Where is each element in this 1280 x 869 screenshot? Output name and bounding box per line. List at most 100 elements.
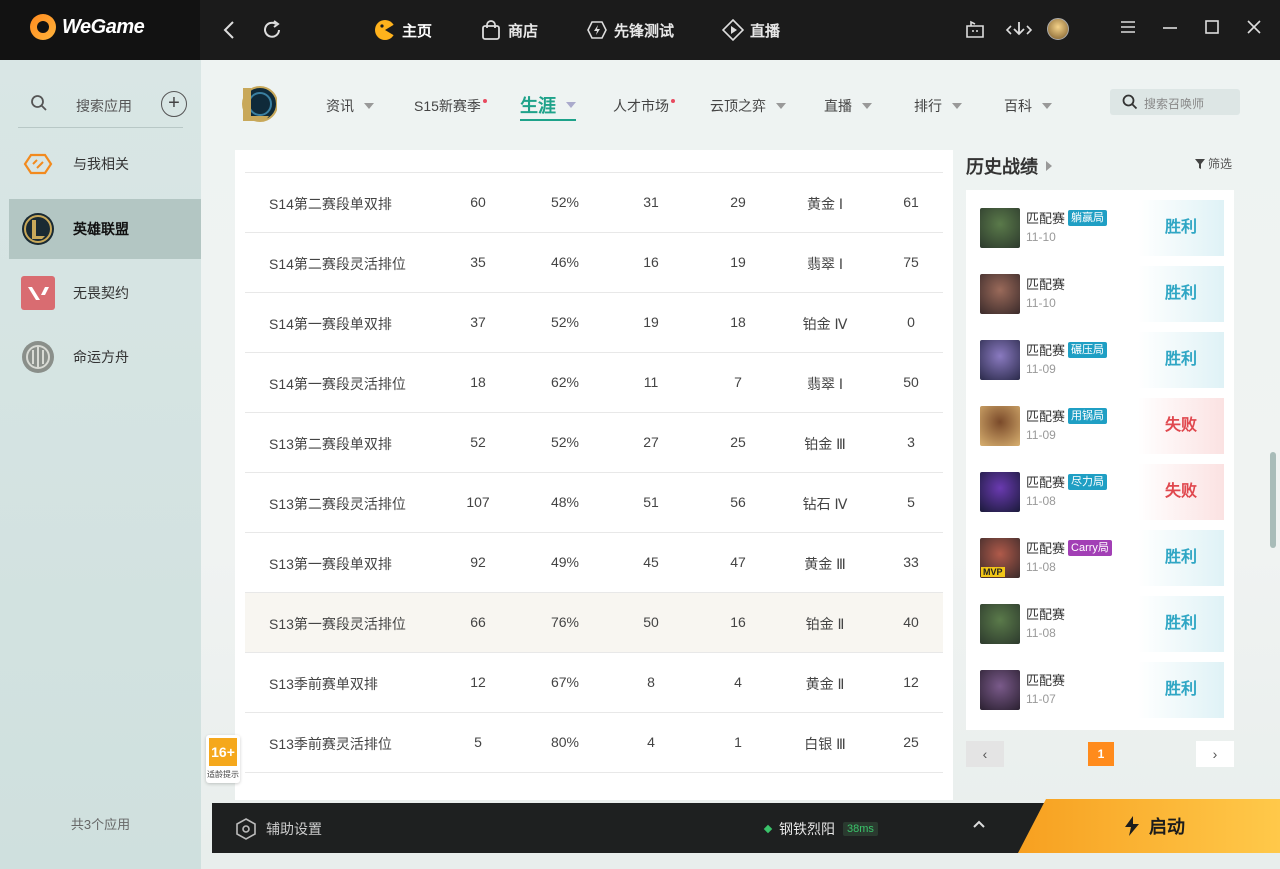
close-icon[interactable] xyxy=(1242,18,1266,42)
stat-cell: 45 xyxy=(643,554,659,570)
mvp-badge: MVP xyxy=(981,567,1005,577)
refresh-icon[interactable] xyxy=(259,17,285,43)
top-nav-live[interactable]: 直播 xyxy=(722,19,780,41)
stat-cell: 18 xyxy=(730,314,746,330)
queue-name-cell: S13季前赛单双排 xyxy=(269,676,378,692)
top-nav-pioneer[interactable]: 先锋测试 xyxy=(586,19,674,41)
prev-page-button[interactable]: ‹ xyxy=(966,741,1004,767)
champion-avatar xyxy=(980,472,1020,512)
history-title-text: 历史战绩 xyxy=(966,157,1038,177)
match-result: 胜利 xyxy=(1138,596,1224,652)
table-row[interactable]: S14第二赛段灵活排位 35 46% 16 19 翡翠 Ⅰ 75 xyxy=(245,232,943,292)
launch-button[interactable]: 启动 xyxy=(1018,799,1280,853)
wegame-logo[interactable]: WeGame xyxy=(30,14,145,40)
match-history-item[interactable]: 匹配赛 躺赢局 11-10 胜利 xyxy=(980,200,1224,256)
add-app-button[interactable]: + xyxy=(161,91,187,117)
assist-settings-button[interactable]: 辅助设置 xyxy=(234,817,322,841)
minimize-icon[interactable] xyxy=(1158,18,1182,42)
stat-cell: 66 xyxy=(470,614,486,630)
table-row[interactable]: S13第二赛段灵活排位 107 48% 51 56 钻石 Ⅳ 5 xyxy=(245,472,943,532)
server-selector[interactable]: 钢铁烈阳 38ms xyxy=(763,819,878,839)
tab-live[interactable]: 直播 xyxy=(824,96,872,116)
tab-s15[interactable]: S15新赛季 xyxy=(414,96,487,116)
sidebar-item-valorant[interactable]: 无畏契约 xyxy=(9,263,201,323)
stat-cell: 16 xyxy=(643,254,659,270)
table-row[interactable]: S14第一赛段单双排 37 52% 19 18 铂金 Ⅳ 0 xyxy=(245,292,943,352)
match-mode-text: 匹配赛 xyxy=(1026,277,1066,292)
table-row[interactable]: S14第二赛段单双排 60 52% 31 29 黄金 Ⅰ 61 xyxy=(245,172,943,232)
match-history-item[interactable]: 匹配赛 11-10 胜利 xyxy=(980,266,1224,322)
launch-label: 启动 xyxy=(1149,817,1185,837)
tab-talent-market[interactable]: 人才市场 xyxy=(613,96,675,116)
history-title[interactable]: 历史战绩 xyxy=(966,153,1052,179)
match-mode-text: 匹配赛 xyxy=(1026,541,1066,556)
match-history-item[interactable]: 匹配赛 用锅局 11-09 失败 xyxy=(980,398,1224,454)
match-date: 11-08 xyxy=(1026,494,1056,508)
game-subnav: 资讯 S15新赛季 生涯 人才市场 云顶之弈 直播 排行 百科 搜索召唤师 xyxy=(201,60,1280,150)
tab-wiki[interactable]: 百科 xyxy=(1004,96,1052,116)
top-nav-home[interactable]: 主页 xyxy=(374,19,432,41)
top-nav-shop[interactable]: 商店 xyxy=(480,19,538,41)
table-row[interactable]: S13季前赛灵活排位 5 80% 4 1 白银 Ⅲ 25 xyxy=(245,712,943,772)
chevron-down-icon xyxy=(952,103,962,109)
current-page[interactable]: 1 xyxy=(1088,742,1114,766)
stat-cell: 27 xyxy=(643,434,659,450)
stat-cell: 52% xyxy=(550,434,580,450)
scrollbar[interactable] xyxy=(1270,452,1276,548)
stat-cell: 4 xyxy=(734,674,742,690)
launch-bar: 辅助设置 钢铁烈阳 38ms 启动 xyxy=(212,799,1280,853)
download-icon[interactable] xyxy=(1005,18,1033,42)
mailbox-icon[interactable] xyxy=(963,18,987,42)
stat-cell: 19 xyxy=(730,254,746,270)
wegame-logo-icon xyxy=(30,14,56,40)
match-history-item[interactable]: 匹配赛 11-08 胜利 xyxy=(980,596,1224,652)
queue-name-cell: S13第一赛段单双排 xyxy=(269,556,392,572)
stat-cell: 11 xyxy=(643,374,659,390)
next-page-button[interactable]: › xyxy=(1196,741,1234,767)
lightning-icon xyxy=(1125,816,1139,836)
filter-icon xyxy=(1195,158,1205,169)
match-mode: 匹配赛 碾压局 xyxy=(1026,340,1108,359)
match-history-item[interactable]: MVP 匹配赛 Carry局 11-08 胜利 xyxy=(980,530,1224,586)
table-row[interactable]: S13季前赛单双排 12 67% 8 4 黄金 Ⅱ 12 xyxy=(245,652,943,712)
stat-cell: 49% xyxy=(550,554,580,570)
match-mode: 匹配赛 Carry局 xyxy=(1026,538,1112,557)
back-icon[interactable] xyxy=(217,17,243,43)
stat-cell: 白银 Ⅲ xyxy=(804,736,846,752)
chevron-down-icon xyxy=(1042,103,1052,109)
wegame-logo-text: WeGame xyxy=(62,15,145,38)
filter-button[interactable]: 筛选 xyxy=(1195,155,1232,172)
age-rating-caption: 适龄提示 xyxy=(207,770,239,779)
stat-cell: 31 xyxy=(643,194,659,210)
lol-logo-icon[interactable] xyxy=(239,84,277,124)
table-row[interactable]: S13第一赛段单双排 92 49% 45 47 黄金 Ⅲ 33 xyxy=(245,532,943,592)
menu-icon[interactable] xyxy=(1116,18,1140,42)
match-history-item[interactable]: 匹配赛 碾压局 11-09 胜利 xyxy=(980,332,1224,388)
match-history-item[interactable]: 匹配赛 尽力局 11-08 失败 xyxy=(980,464,1224,520)
window-controls xyxy=(954,0,1280,60)
match-result: 胜利 xyxy=(1138,332,1224,388)
match-tag: 尽力局 xyxy=(1068,473,1108,490)
table-row[interactable]: S14第一赛段灵活排位 18 62% 11 7 翡翠 Ⅰ 50 xyxy=(245,352,943,412)
sidebar-item-lol[interactable]: 英雄联盟 xyxy=(9,199,201,259)
match-mode: 匹配赛 xyxy=(1026,274,1065,293)
app-search[interactable]: 搜索应用 + xyxy=(18,88,187,128)
sidebar-item-related[interactable]: 与我相关 xyxy=(9,134,201,194)
tab-rank[interactable]: 排行 xyxy=(914,96,962,116)
chevron-down-icon xyxy=(862,103,872,109)
stat-cell: 翡翠 Ⅰ xyxy=(806,256,844,272)
user-avatar[interactable] xyxy=(1047,18,1071,42)
sidebar-item-lostark[interactable]: 命运方舟 xyxy=(9,327,201,387)
table-row[interactable]: S13第一赛段灵活排位 66 76% 50 16 铂金 Ⅱ 40 xyxy=(245,592,943,652)
champion-avatar xyxy=(980,406,1020,446)
table-row[interactable]: S13第二赛段单双排 52 52% 27 25 铂金 Ⅲ 3 xyxy=(245,412,943,472)
match-history-item[interactable]: 匹配赛 11-07 胜利 xyxy=(980,662,1224,718)
tab-tft[interactable]: 云顶之弈 xyxy=(710,96,786,116)
tab-news[interactable]: 资讯 xyxy=(326,96,374,116)
tab-label: S15新赛季 xyxy=(414,98,481,114)
maximize-icon[interactable] xyxy=(1200,18,1224,42)
summoner-search-input[interactable]: 搜索召唤师 xyxy=(1110,89,1240,115)
chevron-up-icon[interactable] xyxy=(972,817,986,836)
tab-career[interactable]: 生涯 xyxy=(520,92,576,121)
match-mode: 匹配赛 xyxy=(1026,670,1065,689)
